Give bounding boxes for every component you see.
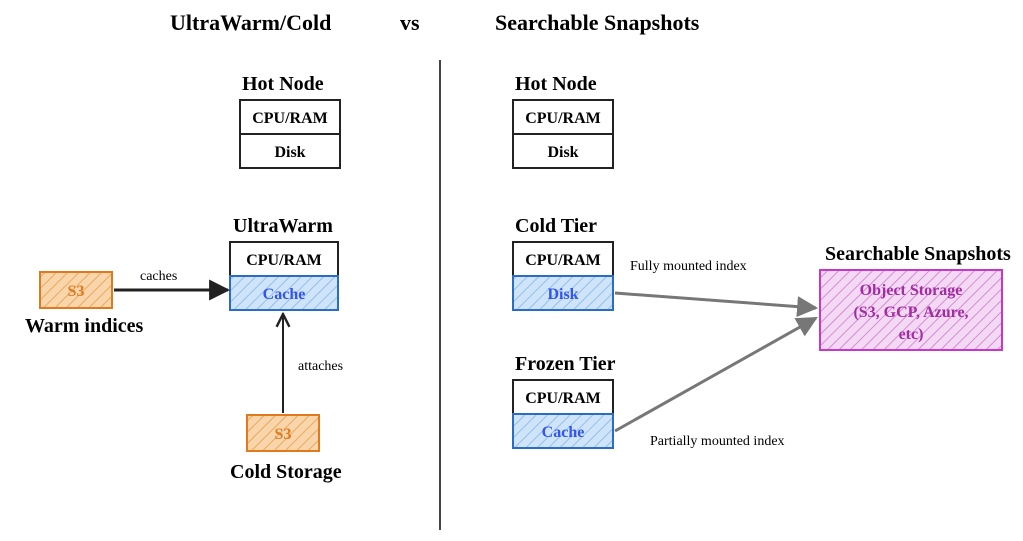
cold-tier-row1: CPU/RAM	[525, 252, 601, 269]
cold-tier-row2: Disk	[547, 286, 578, 303]
cold-tier-box: CPU/RAM Disk	[513, 242, 613, 310]
fully-mounted-label: Fully mounted index	[630, 259, 747, 274]
left-hot-node-box: CPU/RAM Disk	[240, 100, 340, 168]
right-hot-node-row2: Disk	[547, 144, 578, 161]
warm-indices-label: Warm indices	[25, 315, 144, 337]
frozen-tier-heading: Frozen Tier	[515, 353, 616, 375]
left-ultrawarm-heading: UltraWarm	[233, 215, 333, 237]
title-vs: vs	[400, 10, 420, 35]
object-storage-l2: (S3, GCP, Azure,	[853, 304, 968, 321]
left-ultrawarm-row2: Cache	[263, 286, 306, 303]
arrow-caches-label: caches	[140, 269, 177, 284]
frozen-tier-box: CPU/RAM Cache	[513, 380, 613, 448]
object-storage-l3: etc)	[899, 326, 924, 343]
left-hot-node-heading: Hot Node	[242, 73, 324, 95]
title-left: UltraWarm/Cold	[170, 10, 331, 35]
arrow-attaches-label: attaches	[298, 359, 343, 374]
right-hot-node-heading: Hot Node	[515, 73, 597, 95]
left-ultrawarm-box: CPU/RAM Cache	[230, 242, 338, 310]
left-hot-node-row2: Disk	[274, 144, 305, 161]
arrow-fully-mounted	[615, 293, 816, 308]
searchable-snapshots-heading: Searchable Snapshots	[825, 243, 1011, 265]
cold-tier-heading: Cold Tier	[515, 215, 597, 237]
object-storage-l1: Object Storage	[860, 282, 963, 299]
s3-warm-label: S3	[68, 283, 85, 300]
left-hot-node-row1: CPU/RAM	[252, 110, 328, 127]
s3-cold-label: S3	[275, 426, 292, 443]
right-hot-node-row1: CPU/RAM	[525, 110, 601, 127]
partially-mounted-label: Partially mounted index	[650, 434, 785, 449]
frozen-tier-row2: Cache	[542, 424, 585, 441]
title-right: Searchable Snapshots	[495, 10, 700, 35]
arrow-partially-mounted	[615, 318, 816, 431]
right-hot-node-box: CPU/RAM Disk	[513, 100, 613, 168]
left-ultrawarm-row1: CPU/RAM	[246, 252, 322, 269]
frozen-tier-row1: CPU/RAM	[525, 390, 601, 407]
cold-storage-label: Cold Storage	[230, 461, 342, 483]
